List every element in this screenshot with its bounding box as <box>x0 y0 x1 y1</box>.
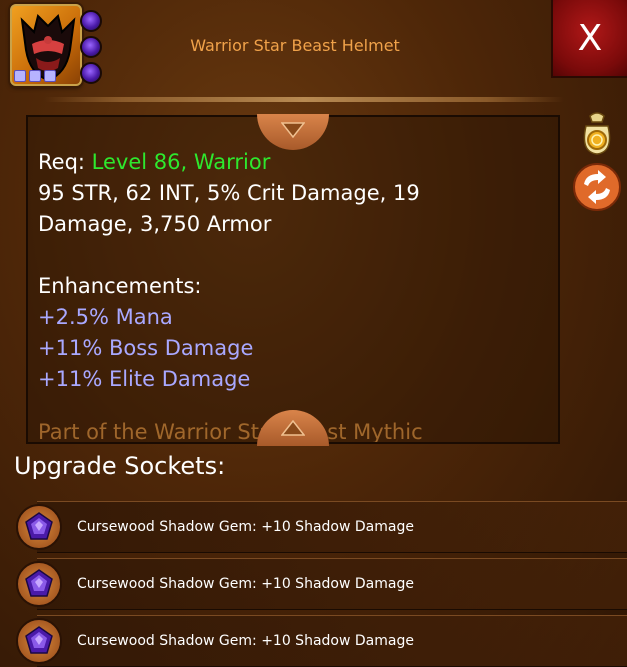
item-pips <box>14 70 56 82</box>
swap-button[interactable] <box>572 162 622 212</box>
shadow-gem-icon <box>25 512 53 540</box>
shadow-gem-icon <box>25 626 53 654</box>
mini-gem-icon <box>80 10 102 32</box>
mini-gem-icon <box>80 62 102 84</box>
pip-icon <box>14 70 26 82</box>
req-level: Level 86 <box>91 150 181 174</box>
item-title: Warrior Star Beast Helmet <box>190 36 400 55</box>
stats-line: Damage, 3,750 Armor <box>38 212 272 236</box>
close-icon[interactable]: X <box>578 18 603 59</box>
req-class: Warrior <box>193 150 271 174</box>
socket-row[interactable]: Cursewood Shadow Gem: +10 Shadow Damage <box>16 558 627 610</box>
socket-slot[interactable] <box>16 561 62 607</box>
socket-label: Cursewood Shadow Gem: +10 Shadow Damage <box>77 519 414 535</box>
req-label: Req: <box>38 150 92 174</box>
socket-label: Cursewood Shadow Gem: +10 Shadow Damage <box>77 576 414 592</box>
enhancement-item: +11% Boss Damage <box>38 336 254 360</box>
stats-line: 95 STR, 62 INT, 5% Crit Damage, 19 <box>38 181 420 205</box>
enhancements-title: Enhancements: <box>38 274 202 298</box>
item-description-panel[interactable]: Req: Level 86, Warrior 95 STR, 62 INT, 5… <box>26 115 560 444</box>
enhancement-item: +2.5% Mana <box>38 305 173 329</box>
sell-button[interactable] <box>572 108 622 158</box>
mini-gem-icon <box>80 36 102 58</box>
socket-label: Cursewood Shadow Gem: +10 Shadow Damage <box>77 633 414 649</box>
triangle-up-icon <box>281 420 305 436</box>
item-socket-indicators <box>80 6 102 86</box>
req-separator: , <box>180 150 194 174</box>
pip-icon <box>44 70 56 82</box>
triangle-down-icon <box>281 122 305 138</box>
close-button[interactable]: X <box>551 0 627 78</box>
divider <box>44 97 564 102</box>
socket-row[interactable]: Cursewood Shadow Gem: +10 Shadow Damage <box>16 501 627 553</box>
swap-arrows-icon <box>573 163 621 211</box>
gold-bag-icon <box>583 112 611 155</box>
enhancement-item: +11% Elite Damage <box>38 367 251 391</box>
set-description-overflow: Part of the Warrior Star Beast Mythic <box>38 420 423 444</box>
upgrade-sockets-title: Upgrade Sockets: <box>14 452 226 480</box>
pip-icon <box>29 70 41 82</box>
shadow-gem-icon <box>25 569 53 597</box>
requirement-line: Req: Level 86, Warrior <box>38 147 558 178</box>
socket-row[interactable]: Cursewood Shadow Gem: +10 Shadow Damage <box>16 615 627 667</box>
socket-slot[interactable] <box>16 504 62 550</box>
socket-slot[interactable] <box>16 618 62 664</box>
